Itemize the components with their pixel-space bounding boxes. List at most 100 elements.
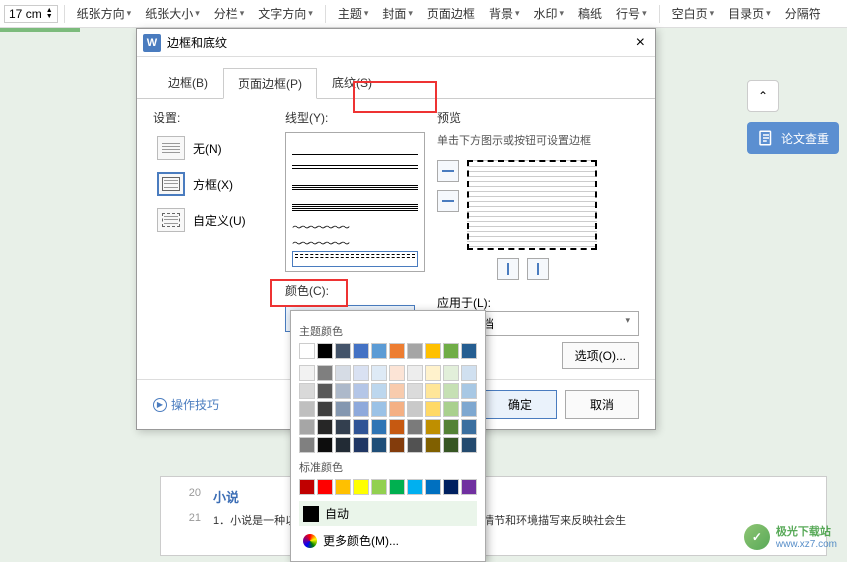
tab-page-border[interactable]: 页面边框(P) (223, 68, 317, 99)
watermark[interactable]: 水印▾ (527, 3, 570, 24)
page-border[interactable]: 页面边框 (421, 3, 481, 24)
color-swatch[interactable] (407, 383, 423, 399)
setting-none[interactable]: 无(N) (153, 132, 273, 164)
options-button[interactable]: 选项(O)... (562, 342, 639, 369)
page-size[interactable]: 纸张大小▾ (139, 3, 206, 24)
color-swatch[interactable] (443, 437, 459, 453)
line-style-triple[interactable] (292, 179, 418, 195)
setting-custom[interactable]: 自定义(U) (153, 204, 273, 236)
operation-tips-link[interactable]: ▶ 操作技巧 (153, 396, 219, 413)
color-swatch[interactable] (443, 365, 459, 381)
color-swatch[interactable] (443, 401, 459, 417)
separator-menu[interactable]: 分隔符 (779, 3, 827, 24)
color-swatch[interactable] (461, 479, 477, 495)
color-swatch[interactable] (371, 383, 387, 399)
color-swatch[interactable] (443, 383, 459, 399)
color-swatch[interactable] (371, 343, 387, 359)
blank-page[interactable]: 空白页▾ (666, 3, 721, 24)
color-swatch[interactable] (389, 365, 405, 381)
color-swatch[interactable] (425, 383, 441, 399)
color-swatch[interactable] (461, 419, 477, 435)
page-orientation[interactable]: 纸张方向▾ (71, 3, 138, 24)
color-swatch[interactable] (299, 365, 315, 381)
color-swatch[interactable] (335, 343, 351, 359)
close-icon[interactable]: × (632, 34, 649, 52)
color-swatch[interactable] (407, 437, 423, 453)
color-swatch[interactable] (389, 383, 405, 399)
edge-top-button[interactable] (437, 160, 459, 182)
line-style-solid[interactable] (292, 139, 418, 155)
color-swatch[interactable] (353, 479, 369, 495)
text-direction[interactable]: 文字方向▾ (252, 3, 319, 24)
color-swatch[interactable] (335, 401, 351, 417)
color-swatch[interactable] (407, 365, 423, 381)
color-swatch[interactable] (371, 479, 387, 495)
spinner-down-icon[interactable]: ▼ (46, 14, 53, 20)
preview-page[interactable] (467, 160, 597, 250)
color-swatch[interactable] (407, 343, 423, 359)
color-swatch[interactable] (425, 419, 441, 435)
color-swatch[interactable] (317, 437, 333, 453)
color-swatch[interactable] (317, 343, 333, 359)
columns[interactable]: 分栏▾ (208, 3, 251, 24)
color-swatch[interactable] (425, 343, 441, 359)
color-swatch[interactable] (443, 343, 459, 359)
linetype-listbox[interactable] (285, 132, 425, 272)
color-swatch[interactable] (407, 479, 423, 495)
manuscript-paper[interactable]: 稿纸 (572, 3, 608, 24)
color-swatch[interactable] (461, 343, 477, 359)
color-swatch[interactable] (389, 343, 405, 359)
color-swatch[interactable] (353, 365, 369, 381)
thesis-check-button[interactable]: 论文查重 (747, 122, 839, 154)
color-swatch[interactable] (371, 437, 387, 453)
line-style-dashed-selected[interactable] (292, 251, 418, 267)
color-swatch[interactable] (461, 401, 477, 417)
color-swatch[interactable] (317, 365, 333, 381)
line-style-double[interactable] (292, 159, 418, 175)
auto-color-option[interactable]: 自动 (299, 501, 477, 526)
color-swatch[interactable] (299, 383, 315, 399)
color-swatch[interactable] (353, 419, 369, 435)
cover[interactable]: 封面▾ (376, 3, 419, 24)
heading-text[interactable]: 小说 (213, 487, 239, 506)
color-swatch[interactable] (335, 365, 351, 381)
tab-border[interactable]: 边框(B) (153, 67, 223, 98)
more-colors-option[interactable]: 更多颜色(M)... (299, 528, 477, 553)
collapse-panel-button[interactable]: ⌃ (747, 80, 779, 112)
page-size-spinner[interactable]: 17 cm ▲▼ (4, 5, 58, 23)
line-style-wavy2[interactable] (292, 235, 418, 247)
line-style-triple2[interactable] (292, 199, 418, 215)
color-swatch[interactable] (371, 419, 387, 435)
edge-right-button[interactable] (527, 258, 549, 280)
color-swatch[interactable] (317, 383, 333, 399)
theme[interactable]: 主题▾ (332, 3, 375, 24)
color-swatch[interactable] (317, 479, 333, 495)
color-swatch[interactable] (335, 419, 351, 435)
edge-left-button[interactable] (497, 258, 519, 280)
color-swatch[interactable] (299, 437, 315, 453)
color-swatch[interactable] (353, 343, 369, 359)
color-swatch[interactable] (353, 437, 369, 453)
color-swatch[interactable] (371, 365, 387, 381)
ok-button[interactable]: 确定 (483, 390, 557, 419)
color-swatch[interactable] (443, 419, 459, 435)
color-swatch[interactable] (299, 419, 315, 435)
line-number[interactable]: 行号▾ (610, 3, 653, 24)
color-swatch[interactable] (299, 343, 315, 359)
background[interactable]: 背景▾ (483, 3, 526, 24)
color-swatch[interactable] (461, 437, 477, 453)
color-swatch[interactable] (389, 479, 405, 495)
color-swatch[interactable] (389, 419, 405, 435)
color-swatch[interactable] (353, 383, 369, 399)
color-swatch[interactable] (317, 419, 333, 435)
color-swatch[interactable] (389, 401, 405, 417)
color-swatch[interactable] (443, 479, 459, 495)
edge-bottom-button[interactable] (437, 190, 459, 212)
color-swatch[interactable] (317, 401, 333, 417)
color-swatch[interactable] (389, 437, 405, 453)
color-swatch[interactable] (407, 401, 423, 417)
color-swatch[interactable] (299, 479, 315, 495)
line-style-wavy[interactable] (292, 219, 418, 231)
color-swatch[interactable] (371, 401, 387, 417)
color-swatch[interactable] (461, 365, 477, 381)
